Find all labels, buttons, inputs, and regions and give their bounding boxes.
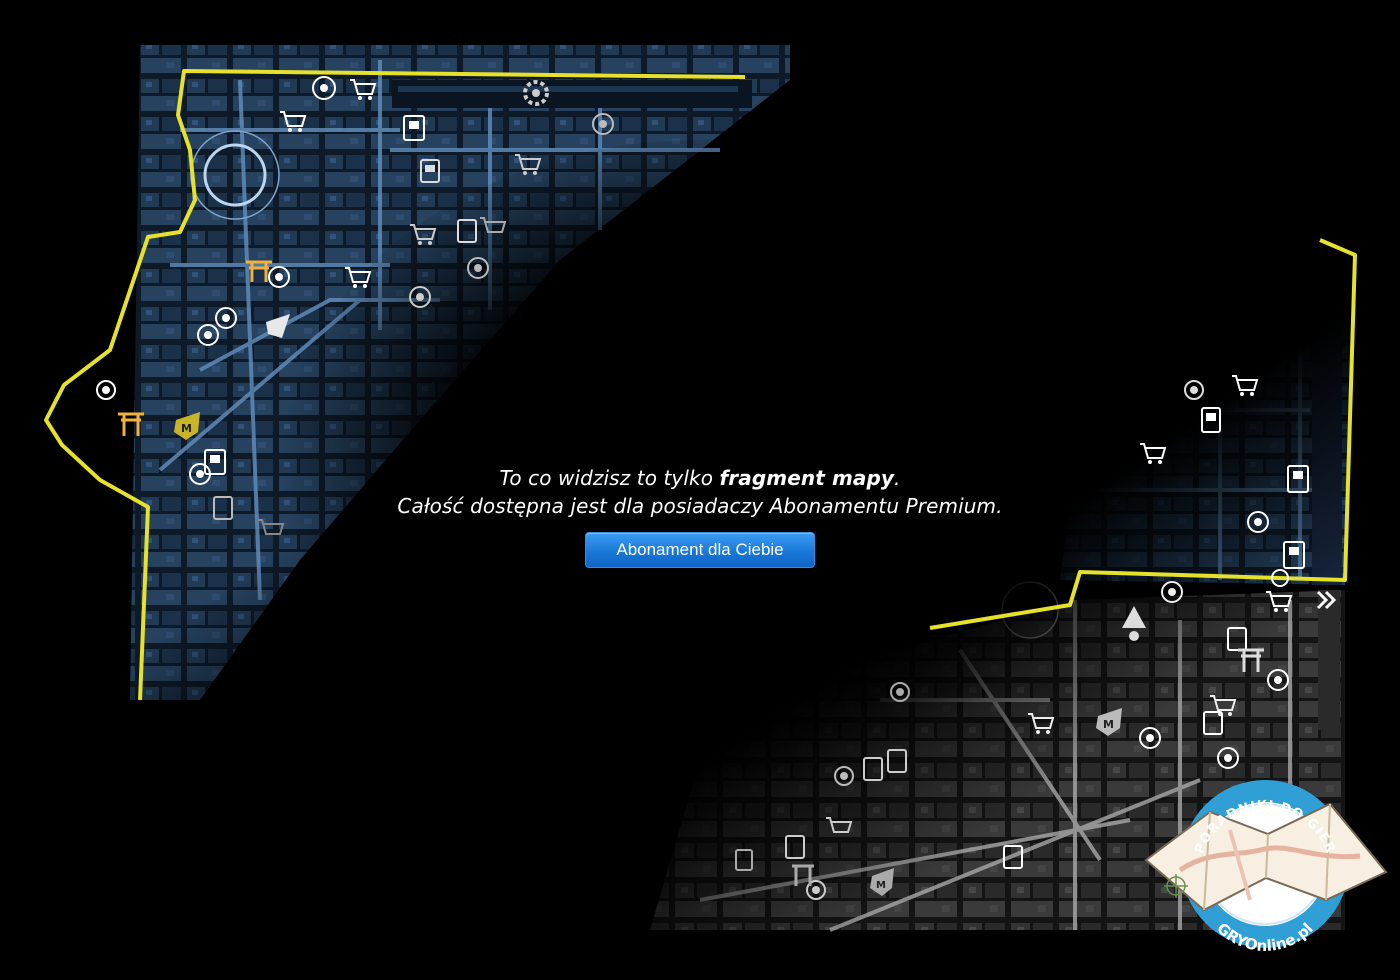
svg-text:M: M <box>1103 718 1114 731</box>
premium-message-highlight: fragment mapy <box>719 466 895 490</box>
premium-message-line2: Całość dostępna jest dla posiadaczy Abon… <box>397 494 1003 518</box>
gryonline-logo[interactable]: PORADNIKI DO GIER GRYOnline.pl <box>1140 760 1390 970</box>
svg-text:M: M <box>876 880 886 891</box>
premium-message-line1: To co widzisz to tylko fragment mapy. <box>499 466 901 490</box>
map-viewport: M M M To co widzisz to tylko fragment ma… <box>0 0 1400 980</box>
premium-message: To co widzisz to tylko fragment mapy. Ca… <box>0 464 1400 520</box>
subscription-button[interactable]: Abonament dla Ciebie <box>585 532 815 568</box>
svg-text:M: M <box>181 422 192 435</box>
